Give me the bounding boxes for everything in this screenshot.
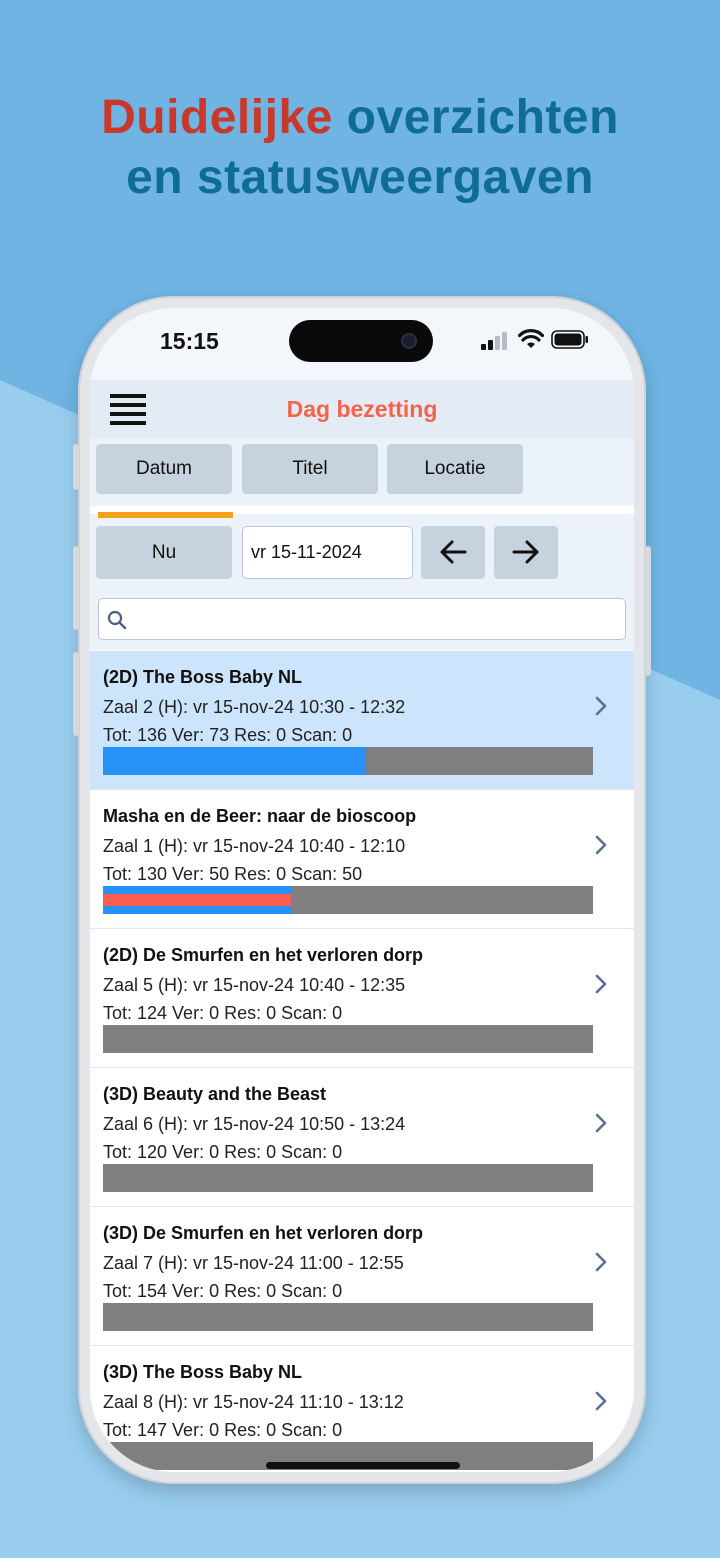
- screening-row[interactable]: (2D) The Boss Baby NL Zaal 2 (H): vr 15-…: [90, 651, 634, 790]
- previous-day-button[interactable]: [421, 526, 485, 579]
- occupancy-sold-fill: [103, 747, 366, 775]
- screening-title: (2D) The Boss Baby NL: [103, 667, 303, 687]
- headline-line-1: Duidelijke overzichten: [0, 88, 720, 148]
- status-time: 15:15: [160, 328, 219, 354]
- tab-bar: Datum Titel Locatie: [90, 438, 634, 526]
- phone-screen: 15:15 Dag bezetting Datum Titel Locatie …: [90, 308, 634, 1472]
- chevron-right-icon: [595, 1113, 607, 1133]
- screening-title: (3D) De Smurfen en het verloren dorp: [103, 1223, 424, 1243]
- screening-details: Zaal 6 (H): vr 15-nov-24 10:50 - 13:24: [103, 1114, 406, 1134]
- screening-title: Masha en de Beer: naar de bioscoop: [103, 806, 417, 826]
- occupancy-bar: [103, 1164, 593, 1192]
- occupancy-bar: [103, 747, 593, 775]
- screening-details: Zaal 5 (H): vr 15-nov-24 10:40 - 12:35: [103, 975, 406, 995]
- screening-stats: Tot: 124 Ver: 0 Res: 0 Scan: 0: [103, 1003, 343, 1023]
- chevron-right-icon: [595, 696, 607, 716]
- date-controls: Nu: [90, 518, 634, 590]
- screening-details: Zaal 7 (H): vr 15-nov-24 11:00 - 12:55: [103, 1253, 404, 1273]
- arrow-left-icon: [440, 540, 467, 564]
- screening-stats: Tot: 136 Ver: 73 Res: 0 Scan: 0: [103, 725, 353, 745]
- phone-volume-down-button: [73, 652, 79, 736]
- date-field[interactable]: [242, 526, 413, 579]
- occupancy-scan-fill: [103, 894, 292, 906]
- signal-icon: [481, 330, 509, 350]
- screening-row[interactable]: (3D) De Smurfen en het verloren dorp Zaa…: [90, 1207, 634, 1346]
- headline-line-2: en statusweergaven: [126, 151, 594, 204]
- occupancy-bar: [103, 1025, 593, 1053]
- screening-row[interactable]: Masha en de Beer: naar de bioscoop Zaal …: [90, 790, 634, 929]
- headline: Duidelijke overzichten en statusweergave…: [0, 88, 720, 208]
- search-bar: [90, 590, 634, 650]
- search-icon: [107, 610, 127, 630]
- search-input[interactable]: [98, 598, 626, 640]
- screening-stats: Tot: 120 Ver: 0 Res: 0 Scan: 0: [103, 1142, 343, 1162]
- app-header: Dag bezetting: [90, 380, 634, 438]
- next-day-button[interactable]: [494, 526, 558, 579]
- status-bar: 15:15: [90, 308, 634, 380]
- headline-blue-words: overzichten: [332, 91, 619, 144]
- screening-title: (2D) De Smurfen en het verloren dorp: [103, 945, 424, 965]
- screening-stats: Tot: 154 Ver: 0 Res: 0 Scan: 0: [103, 1281, 343, 1301]
- dynamic-island: [289, 320, 433, 362]
- chevron-right-icon: [595, 1252, 607, 1272]
- screening-details: Zaal 8 (H): vr 15-nov-24 11:10 - 13:12: [103, 1392, 404, 1412]
- screening-stats: Tot: 130 Ver: 50 Res: 0 Scan: 50: [103, 864, 363, 884]
- screening-stats: Tot: 147 Ver: 0 Res: 0 Scan: 0: [103, 1420, 343, 1440]
- chevron-right-icon: [595, 835, 607, 855]
- tab-locatie[interactable]: Locatie: [387, 444, 523, 494]
- screening-title: (3D) Beauty and the Beast: [103, 1084, 327, 1104]
- phone-power-button: [645, 546, 651, 676]
- phone-action-button: [73, 444, 79, 490]
- arrow-right-icon: [512, 540, 539, 564]
- page-title: Dag bezetting: [286, 396, 438, 422]
- headline-red-word: Duidelijke: [101, 91, 333, 144]
- tab-datum[interactable]: Datum: [96, 444, 232, 494]
- screening-row[interactable]: (3D) Beauty and the Beast Zaal 6 (H): vr…: [90, 1068, 634, 1207]
- screening-row[interactable]: (2D) De Smurfen en het verloren dorp Zaa…: [90, 929, 634, 1068]
- wifi-icon: [518, 329, 544, 348]
- phone-volume-up-button: [73, 546, 79, 630]
- occupancy-bar: [103, 1303, 593, 1331]
- screening-details: Zaal 1 (H): vr 15-nov-24 10:40 - 12:10: [103, 836, 406, 856]
- home-indicator: [266, 1462, 460, 1469]
- screening-details: Zaal 2 (H): vr 15-nov-24 10:30 - 12:32: [103, 697, 406, 717]
- camera-icon: [401, 333, 417, 349]
- tab-titel[interactable]: Titel: [242, 444, 378, 494]
- battery-icon: [551, 330, 588, 349]
- now-button[interactable]: Nu: [96, 526, 232, 579]
- chevron-right-icon: [595, 1391, 607, 1411]
- screening-row[interactable]: (3D) The Boss Baby NL Zaal 8 (H): vr 15-…: [90, 1346, 634, 1472]
- chevron-right-icon: [595, 974, 607, 994]
- screening-title: (3D) The Boss Baby NL: [103, 1362, 303, 1382]
- occupancy-bar: [103, 886, 593, 914]
- screening-list: (2D) The Boss Baby NL Zaal 2 (H): vr 15-…: [90, 651, 634, 1472]
